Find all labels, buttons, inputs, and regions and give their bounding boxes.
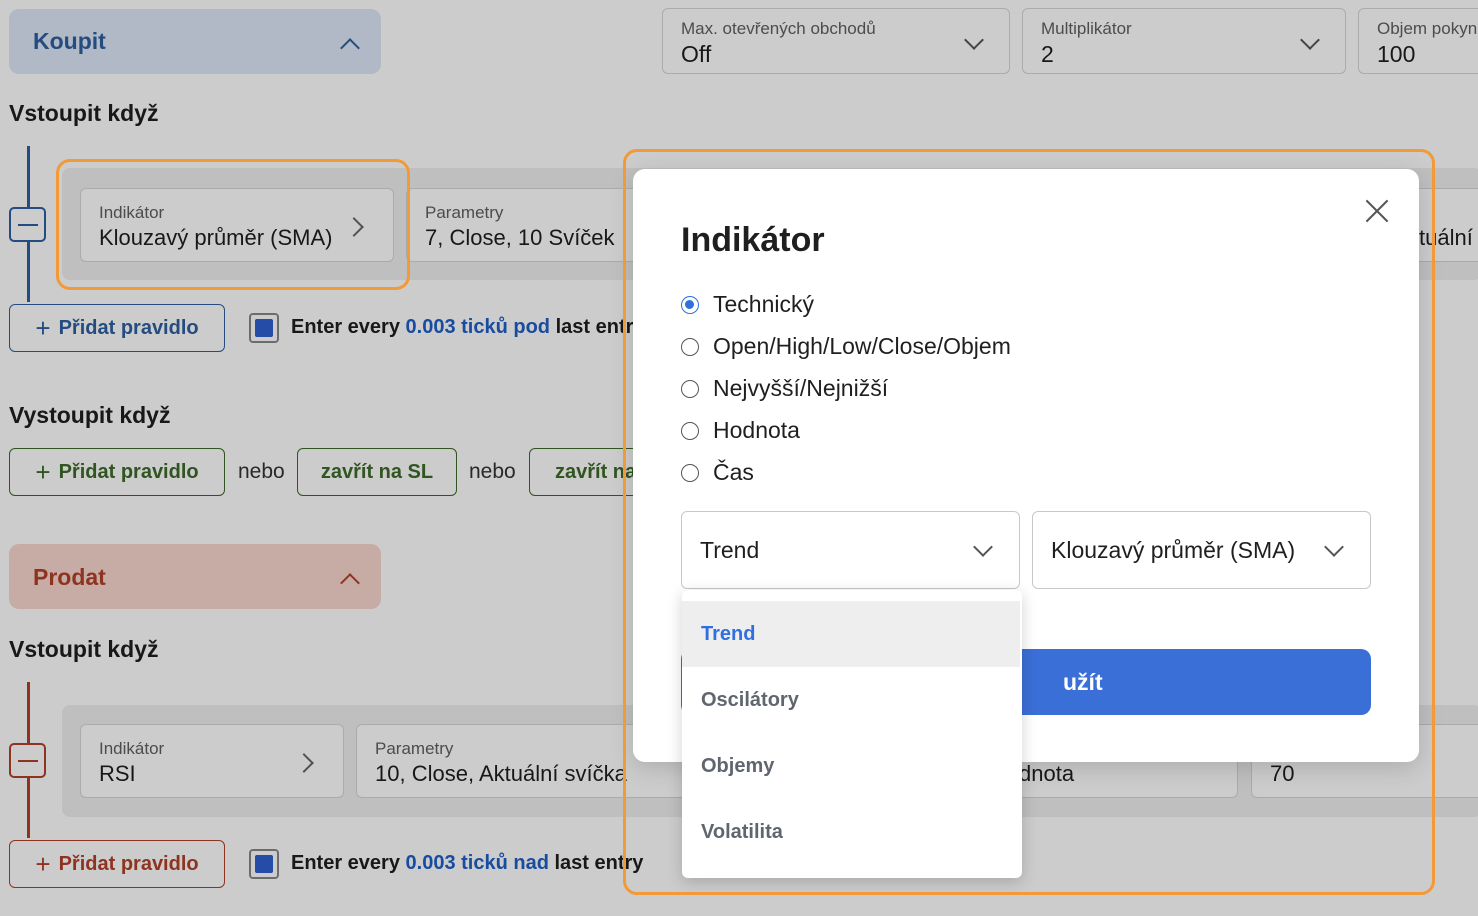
indicator-field-highlight	[56, 159, 410, 290]
modal-highlight	[623, 149, 1435, 895]
